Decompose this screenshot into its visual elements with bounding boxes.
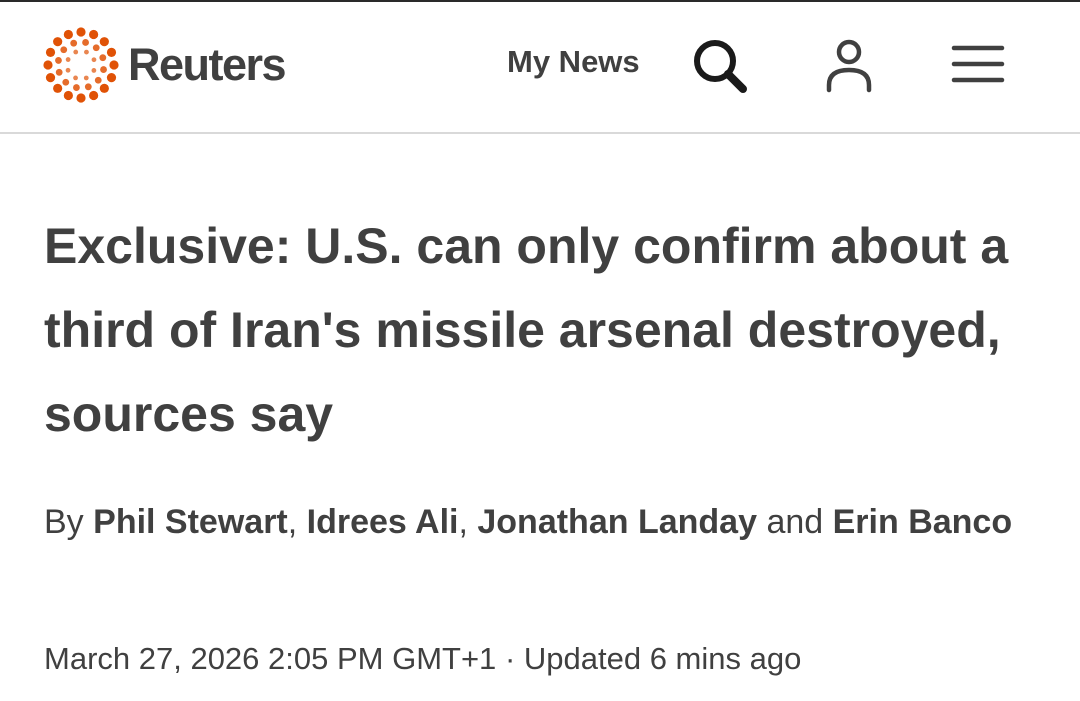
published-timestamp: March 27, 2026 2:05 PM GMT+1: [44, 641, 497, 676]
logo-dot: [63, 29, 73, 40]
logo-dot: [94, 76, 102, 84]
author-link[interactable]: Phil Stewart: [93, 503, 288, 541]
logo-dot: [100, 66, 107, 73]
byline: By Phil Stewart, Idrees Ali, Jonathan La…: [44, 491, 1034, 553]
logo-dot: [76, 27, 86, 37]
logo-dot: [109, 60, 119, 70]
my-news-link[interactable]: My News: [507, 44, 640, 80]
account-icon: [826, 39, 872, 93]
logo-dot: [53, 37, 63, 47]
logo-dot: [53, 83, 63, 93]
logo-dot: [60, 46, 68, 54]
logo-dot: [73, 49, 79, 55]
logo-dot: [106, 73, 117, 83]
logo-dot: [65, 67, 71, 73]
logo-dot: [99, 83, 109, 93]
logo-dot: [55, 68, 63, 76]
menu-icon: [951, 45, 1005, 83]
author-separator: ,: [458, 503, 468, 541]
logo-dot: [76, 93, 86, 103]
logo-dot: [45, 47, 56, 57]
logo-dot: [63, 90, 73, 101]
logo-dot: [70, 39, 78, 47]
reuters-logo[interactable]: Reuters: [42, 26, 287, 104]
author-separator: ,: [287, 503, 298, 541]
top-navigation-bar: Reuters My News: [0, 0, 1080, 134]
reuters-logo-icon: [43, 27, 119, 103]
logo-dot: [65, 57, 71, 62]
logo-dot: [89, 90, 99, 101]
menu-button[interactable]: [950, 42, 1008, 86]
logo-dot: [91, 57, 97, 63]
dateline: March 27, 2026 2:05 PM GMT+1 · Updated 6…: [44, 641, 801, 677]
updated-timestamp: Updated 6 mins ago: [523, 641, 802, 676]
logo-dot: [84, 49, 89, 55]
brand-name: Reuters: [128, 39, 287, 90]
dot-separator: ·: [504, 641, 516, 676]
logo-dot: [62, 78, 70, 86]
author-link[interactable]: Idrees Ali: [307, 503, 459, 541]
logo-dot: [73, 75, 78, 81]
logo-dot: [82, 39, 89, 46]
logo-dot: [45, 73, 56, 83]
logo-dot: [106, 47, 117, 57]
logo-dot: [89, 29, 99, 40]
logo-dot: [91, 68, 97, 73]
byline-prefix: By: [44, 503, 84, 541]
author-link[interactable]: Erin Banco: [833, 503, 1012, 541]
article-headline: Exclusive: U.S. can only confirm about a…: [44, 218, 1009, 442]
search-icon: [694, 40, 747, 93]
author-link[interactable]: Jonathan Landay: [477, 503, 757, 541]
byline-conjunction: and: [766, 503, 824, 541]
logo-dot: [43, 60, 53, 70]
logo-dot: [55, 57, 62, 64]
logo-dot: [73, 84, 80, 91]
logo-dot: [92, 44, 100, 52]
logo-dot: [99, 54, 107, 62]
logo-dot: [99, 37, 109, 47]
search-button[interactable]: [690, 35, 752, 95]
logo-dot: [83, 75, 89, 81]
logo-dot: [84, 83, 92, 91]
account-button[interactable]: [820, 38, 878, 96]
